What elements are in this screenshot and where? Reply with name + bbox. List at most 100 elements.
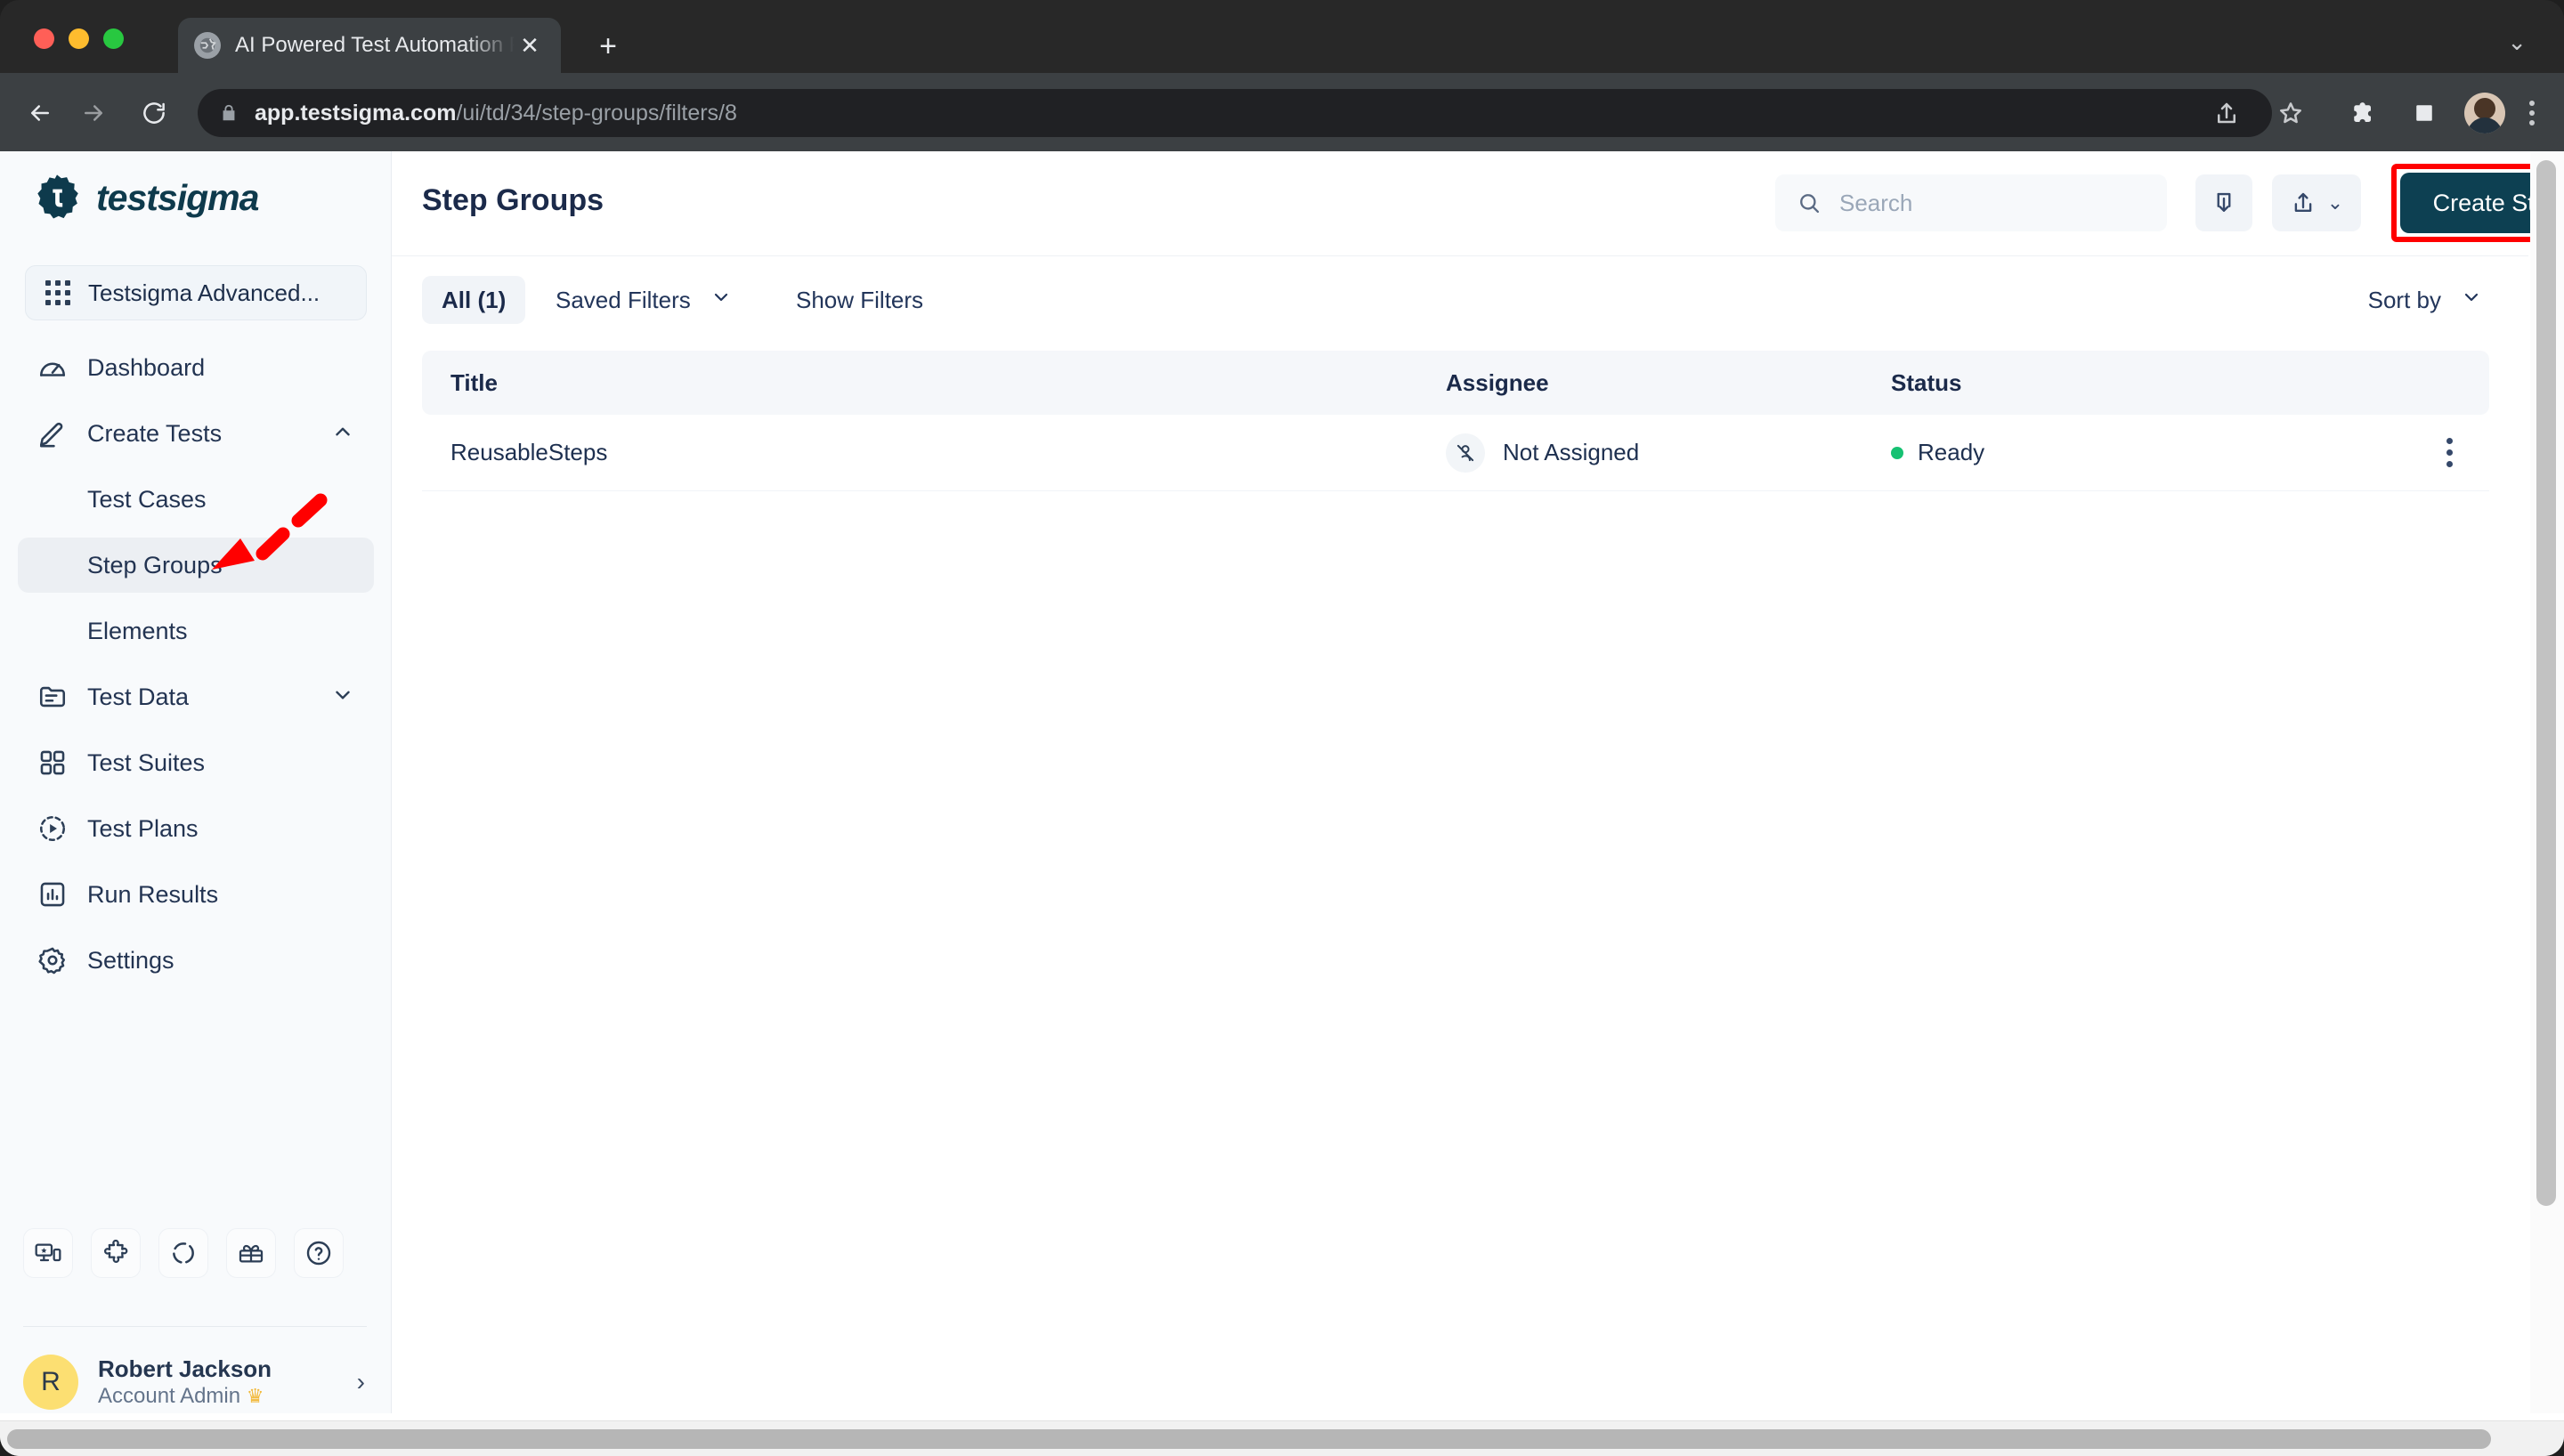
sidebar-item-dashboard[interactable]: Dashboard <box>18 340 374 395</box>
horizontal-scrollbar[interactable] <box>0 1420 2564 1456</box>
row-assignee-label: Not Assigned <box>1503 439 1640 465</box>
avatar: R <box>23 1355 78 1410</box>
arrow-left-icon[interactable] <box>20 93 61 133</box>
table-row[interactable]: ReusableSteps Not Assigned Ready <box>422 415 2489 491</box>
play-circle-icon <box>37 813 68 844</box>
user-slash-icon <box>1446 433 1485 473</box>
filter-toolbar: All (1) Saved Filters Show Filters Sort … <box>392 256 2528 342</box>
browser-window: AI Powered Test Automation Pl ✕ + ⌄ app.… <box>0 0 2564 1456</box>
show-filters-button[interactable]: Show Filters <box>783 276 936 324</box>
project-switcher[interactable]: Testsigma Advanced... <box>25 265 367 320</box>
column-header-status[interactable]: Status <box>1891 369 2354 397</box>
step-groups-table: Title Assignee Status ReusableSteps Not … <box>422 351 2489 491</box>
close-window-button[interactable] <box>34 28 54 49</box>
address-bar[interactable]: app.testsigma.com/ui/td/34/step-groups/f… <box>198 89 2272 137</box>
sidebar-item-elements[interactable]: Elements <box>18 603 374 659</box>
vertical-scrollbar-thumb[interactable] <box>2536 160 2556 1206</box>
sidebar-item-test-cases[interactable]: Test Cases <box>18 472 374 527</box>
pencil-icon <box>37 418 68 449</box>
saved-filters-label: Saved Filters <box>556 286 691 313</box>
sidebar-item-run-results[interactable]: Run Results <box>18 867 374 922</box>
browser-tab[interactable]: AI Powered Test Automation Pl ✕ <box>178 18 561 73</box>
chevron-down-icon[interactable]: ⌄ <box>2507 28 2527 56</box>
browser-tabstrip: AI Powered Test Automation Pl ✕ + ⌄ <box>0 0 2564 73</box>
kebab-menu-icon[interactable] <box>2443 433 2455 473</box>
window-traffic-lights <box>34 28 124 49</box>
reload-icon[interactable] <box>134 93 174 133</box>
minimize-window-button[interactable] <box>69 28 89 49</box>
testsigma-mark-icon <box>32 173 82 222</box>
sidebar-item-test-plans[interactable]: Test Plans <box>18 801 374 856</box>
maximize-window-button[interactable] <box>103 28 124 49</box>
saved-filters-dropdown[interactable]: Saved Filters <box>543 276 744 324</box>
chrome-menu-icon[interactable] <box>2521 94 2543 132</box>
sort-by-dropdown[interactable]: Sort by <box>2359 276 2491 324</box>
chevron-down-icon: ⌄ <box>2326 191 2344 214</box>
bar-chart-icon <box>37 879 68 910</box>
page-header: Step Groups ⌄ Create Step Group <box>392 151 2564 256</box>
search-icon <box>1797 190 1822 215</box>
extensions-icon[interactable] <box>2343 94 2381 132</box>
grid-squares-icon <box>37 748 68 778</box>
sidebar-item-label: Dashboard <box>87 353 206 381</box>
star-icon[interactable] <box>2272 94 2309 132</box>
sidebar-divider <box>23 1326 367 1327</box>
profile-avatar[interactable] <box>2464 93 2505 133</box>
close-icon[interactable]: ✕ <box>515 30 545 61</box>
column-header-title[interactable]: Title <box>422 369 1446 397</box>
chevron-right-icon[interactable]: › <box>357 1368 370 1396</box>
search-input[interactable] <box>1839 189 2146 217</box>
filter-tab-all[interactable]: All (1) <box>422 276 526 324</box>
sidebar-item-test-suites[interactable]: Test Suites <box>18 735 374 790</box>
status-dot-icon <box>1891 446 1903 459</box>
share-icon[interactable] <box>2208 94 2245 132</box>
horizontal-scrollbar-thumb[interactable] <box>7 1429 2491 1449</box>
browser-tab-title: AI Powered Test Automation Pl <box>235 33 515 57</box>
side-panel-icon[interactable] <box>2406 94 2443 132</box>
help-circle-icon[interactable] <box>294 1228 344 1278</box>
globe-icon <box>194 32 221 59</box>
search-input-wrapper[interactable] <box>1775 174 2167 231</box>
sidebar-item-label: Elements <box>87 617 188 644</box>
puzzle-icon[interactable] <box>91 1228 141 1278</box>
export-button[interactable]: ⌄ <box>2272 174 2361 231</box>
sidebar-item-create-tests[interactable]: Create Tests <box>18 406 374 461</box>
testsigma-logo[interactable]: testsigma <box>32 173 259 222</box>
row-assignee: Not Assigned <box>1446 433 1891 473</box>
gauge-icon <box>37 352 68 383</box>
testsigma-wordmark: testsigma <box>96 176 259 218</box>
user-role: Account Admin ♛ <box>98 1384 264 1409</box>
circle-dashed-icon[interactable] <box>158 1228 208 1278</box>
project-name: Testsigma Advanced... <box>88 279 320 306</box>
chevron-down-icon <box>2461 287 2482 313</box>
row-actions <box>2354 433 2489 473</box>
vertical-scrollbar[interactable] <box>2530 151 2564 1413</box>
grid-apps-icon <box>45 280 70 305</box>
main-content: Step Groups ⌄ Create Step Group <box>392 151 2564 1413</box>
gift-icon[interactable] <box>226 1228 276 1278</box>
browser-toolbar: app.testsigma.com/ui/td/34/step-groups/f… <box>0 73 2564 151</box>
url-path: /ui/td/34/step-groups/filters/8 <box>456 100 737 125</box>
crown-icon: ♛ <box>246 1385 264 1408</box>
import-icon[interactable] <box>2195 174 2252 231</box>
devices-icon[interactable] <box>23 1228 73 1278</box>
export-icon <box>2294 192 2312 212</box>
new-tab-button[interactable]: + <box>588 27 629 68</box>
column-header-assignee[interactable]: Assignee <box>1446 369 1891 397</box>
sidebar-item-label: Settings <box>87 946 174 974</box>
arrow-right-icon[interactable] <box>73 93 114 133</box>
user-name: Robert Jackson <box>98 1355 272 1382</box>
page-viewport: testsigma Testsigma Advanced... Dashboar… <box>0 151 2564 1456</box>
sidebar-item-settings[interactable]: Settings <box>18 933 374 988</box>
sidebar-item-label: Test Plans <box>87 814 199 842</box>
table-header-row: Title Assignee Status <box>422 351 2489 415</box>
sidebar-item-label: Test Data <box>87 683 190 710</box>
app-sidebar: testsigma Testsigma Advanced... Dashboar… <box>0 151 392 1413</box>
sidebar-item-label: Test Cases <box>87 485 207 513</box>
sidebar-item-label: Step Groups <box>87 551 223 578</box>
row-title[interactable]: ReusableSteps <box>422 439 1446 466</box>
user-profile-row[interactable]: R Robert Jackson Account Admin ♛ › <box>23 1351 370 1413</box>
sidebar-item-step-groups[interactable]: Step Groups <box>18 538 374 593</box>
sidebar-item-label: Create Tests <box>87 419 223 447</box>
sidebar-item-test-data[interactable]: Test Data <box>18 669 374 724</box>
